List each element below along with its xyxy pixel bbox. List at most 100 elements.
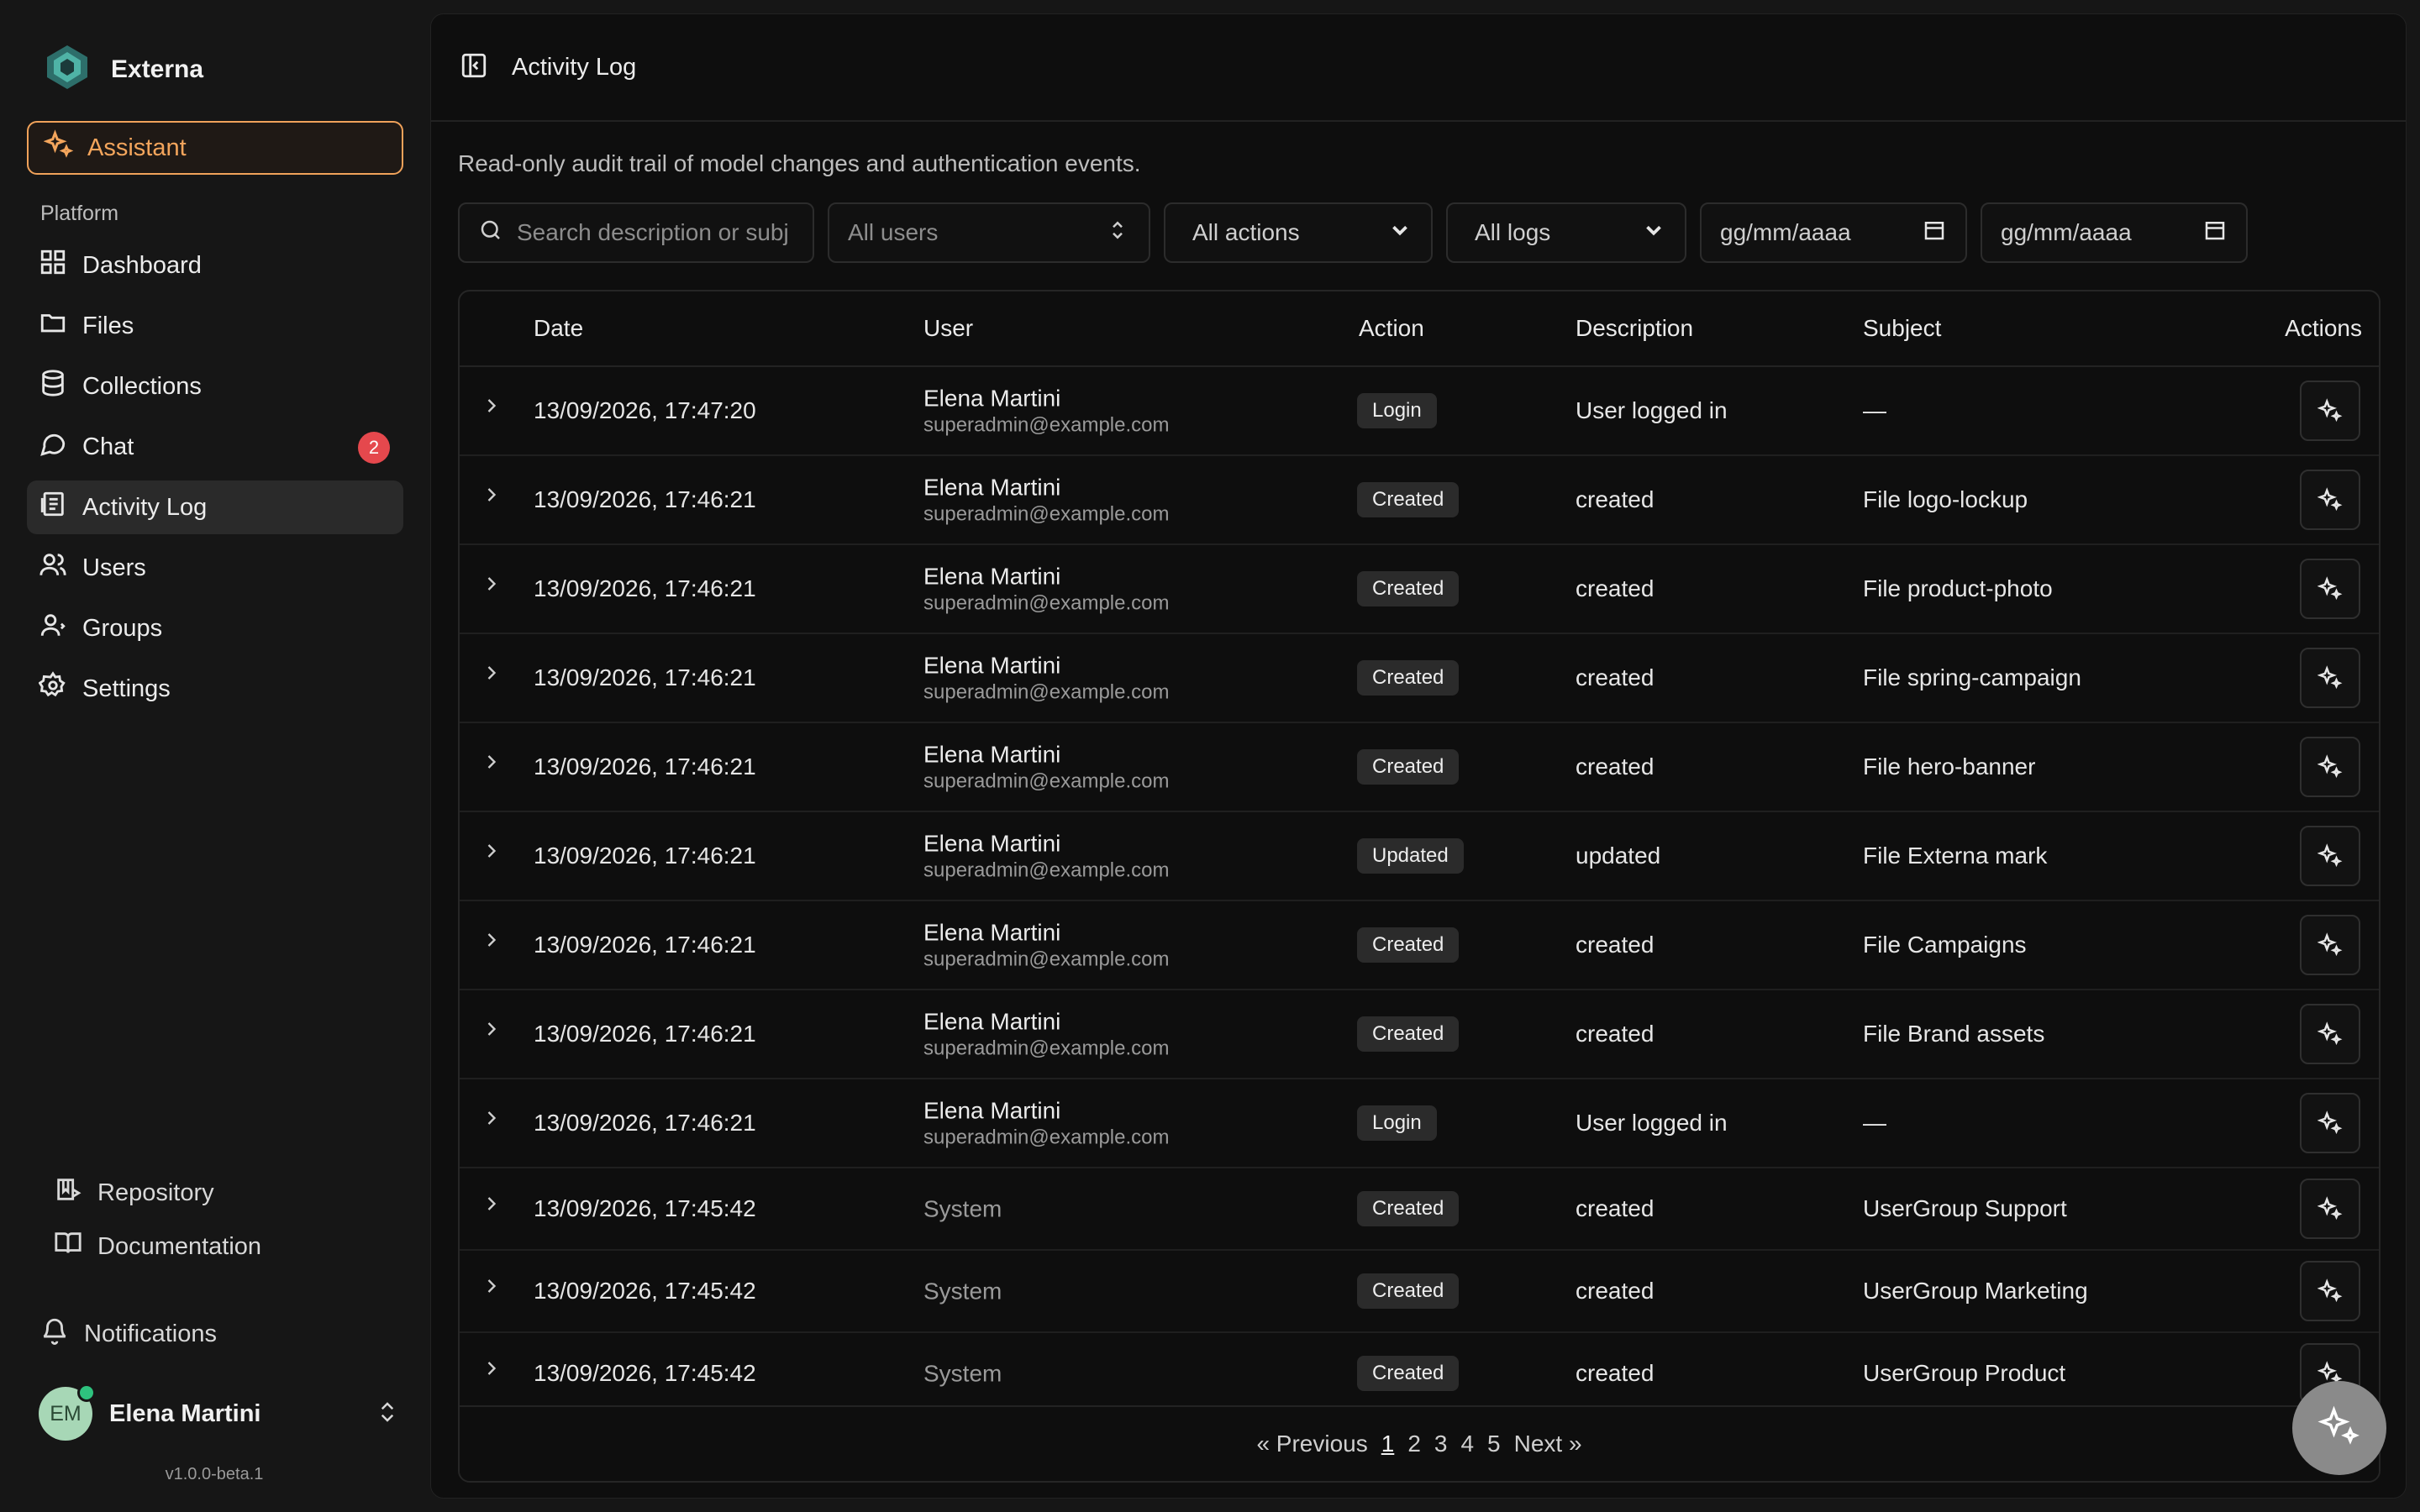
table-row[interactable]: 13/09/2026, 17:45:42 System Created created… <box>460 1168 2379 1251</box>
sidebar-item-label: Chat <box>82 433 134 460</box>
table-body: 13/09/2026, 17:47:20 Elena Martini superad… <box>460 367 2379 1415</box>
pagination-page-1[interactable]: 1 <box>1381 1431 1395 1457</box>
row-subject: File product-photo <box>1863 575 2053 601</box>
row-user-name: Elena Martini <box>923 385 1061 412</box>
chevron-right-icon[interactable] <box>480 661 503 685</box>
chevron-right-icon[interactable] <box>480 1106 503 1130</box>
table-row[interactable]: 13/09/2026, 17:45:42 System Created created… <box>460 1333 2379 1415</box>
row-ai-action-button[interactable] <box>2300 915 2360 975</box>
column-header-subject[interactable]: Subject <box>1863 315 1941 342</box>
date-to-input[interactable]: gg/mm/aaaa <box>1981 202 2248 263</box>
table-row[interactable]: 13/09/2026, 17:45:42 System Created created… <box>460 1251 2379 1333</box>
notifications-link[interactable]: Notifications <box>40 1307 410 1361</box>
table-row[interactable]: 13/09/2026, 17:46:21 Elena Martini superad… <box>460 634 2379 723</box>
column-header-action[interactable]: Action <box>1359 315 1424 342</box>
repository-link[interactable]: Repository <box>40 1166 410 1220</box>
folder-icon <box>39 308 67 344</box>
brand-logo-icon <box>40 40 94 98</box>
sidebar-item-settings[interactable]: Settings <box>27 662 403 716</box>
row-ai-action-button[interactable] <box>2300 648 2360 708</box>
brand[interactable]: Externa <box>40 40 203 98</box>
table-row[interactable]: 13/09/2026, 17:46:21 Elena Martini superad… <box>460 990 2379 1079</box>
search-input[interactable]: Search description or subj <box>458 202 814 263</box>
pagination-previous[interactable]: « Previous <box>1256 1431 1367 1457</box>
chevron-right-icon[interactable] <box>480 1274 503 1298</box>
table-row[interactable]: 13/09/2026, 17:46:21 Elena Martini superad… <box>460 456 2379 545</box>
sparkle-icon <box>2317 487 2343 512</box>
brand-name: Externa <box>111 55 204 83</box>
chat-icon <box>39 429 67 465</box>
action-badge: Created <box>1357 1191 1460 1226</box>
pagination-page-3[interactable]: 3 <box>1434 1431 1448 1457</box>
chevron-right-icon[interactable] <box>480 394 503 417</box>
sparkle-icon <box>2317 843 2343 868</box>
column-header-date[interactable]: Date <box>534 315 583 342</box>
documentation-link[interactable]: Documentation <box>40 1220 410 1273</box>
row-ai-action-button[interactable] <box>2300 1179 2360 1239</box>
sidebar-item-groups[interactable]: Groups <box>27 601 403 655</box>
column-header-description[interactable]: Description <box>1576 315 1693 342</box>
row-user: Elena Martini superadmin@example.com <box>923 1007 1170 1062</box>
sidebar-item-chat[interactable]: Chat 2 <box>27 420 403 474</box>
assistant-fab-button[interactable] <box>2292 1381 2386 1475</box>
search-icon <box>478 218 503 249</box>
table-row[interactable]: 13/09/2026, 17:46:21 Elena Martini superad… <box>460 901 2379 990</box>
calendar-icon[interactable] <box>2202 218 2228 249</box>
gear-icon <box>38 671 67 706</box>
pagination-next[interactable]: Next » <box>1514 1431 1582 1457</box>
row-ai-action-button[interactable] <box>2300 1261 2360 1321</box>
table-row[interactable]: 13/09/2026, 17:46:21 Elena Martini superad… <box>460 723 2379 812</box>
assistant-button[interactable]: Assistant <box>27 121 403 175</box>
row-description: created <box>1576 486 1655 512</box>
logs-filter-select[interactable]: All logs <box>1446 202 1686 263</box>
row-subject: — <box>1863 397 1886 423</box>
logs-filter-value: All logs <box>1475 219 1551 245</box>
sidebar-item-activity-log[interactable]: Activity Log <box>27 480 403 534</box>
date-from-input[interactable]: gg/mm/aaaa <box>1700 202 1967 263</box>
sidebar-item-users[interactable]: Users <box>27 541 403 595</box>
chevron-right-icon[interactable] <box>480 928 503 952</box>
chevron-right-icon[interactable] <box>480 1357 503 1380</box>
column-header-user[interactable]: User <box>923 315 973 342</box>
chevron-right-icon[interactable] <box>480 1192 503 1215</box>
users-filter-select[interactable]: All users <box>828 202 1150 263</box>
sidebar-item-collections[interactable]: Collections <box>27 360 403 413</box>
pagination-page-2[interactable]: 2 <box>1407 1431 1421 1457</box>
calendar-icon[interactable] <box>1922 218 1947 249</box>
sidebar-toggle-icon[interactable] <box>460 51 488 84</box>
action-badge: Updated <box>1357 838 1464 874</box>
table-row[interactable]: 13/09/2026, 17:46:21 Elena Martini superad… <box>460 1079 2379 1168</box>
actions-filter-select[interactable]: All actions <box>1164 202 1433 263</box>
chevron-right-icon[interactable] <box>480 1017 503 1041</box>
row-user-email: superadmin@example.com <box>923 1037 1170 1060</box>
row-subject: File logo-lockup <box>1863 486 2028 512</box>
row-user-email: superadmin@example.com <box>923 948 1170 971</box>
row-ai-action-button[interactable] <box>2300 1093 2360 1153</box>
documentation-label: Documentation <box>97 1232 262 1260</box>
row-subject: File Brand assets <box>1863 1021 2045 1047</box>
chevron-right-icon[interactable] <box>480 483 503 507</box>
table-row[interactable]: 13/09/2026, 17:46:21 Elena Martini superad… <box>460 812 2379 901</box>
sidebar-item-dashboard[interactable]: Dashboard <box>27 239 403 292</box>
user-menu[interactable]: EM Elena Martini <box>39 1383 400 1443</box>
row-ai-action-button[interactable] <box>2300 1004 2360 1064</box>
chevron-right-icon[interactable] <box>480 572 503 596</box>
sidebar-item-files[interactable]: Files <box>27 299 403 353</box>
row-ai-action-button[interactable] <box>2300 381 2360 441</box>
row-ai-action-button[interactable] <box>2300 470 2360 530</box>
row-user-email: superadmin@example.com <box>923 502 1170 526</box>
row-description: created <box>1576 1195 1655 1221</box>
table-row[interactable]: 13/09/2026, 17:47:20 Elena Martini superad… <box>460 367 2379 456</box>
row-ai-action-button[interactable] <box>2300 559 2360 619</box>
action-badge: Created <box>1357 1356 1460 1391</box>
pagination-page-4[interactable]: 4 <box>1460 1431 1474 1457</box>
table-row[interactable]: 13/09/2026, 17:46:21 Elena Martini superad… <box>460 545 2379 634</box>
sparkle-icon <box>2317 754 2343 779</box>
chevron-right-icon[interactable] <box>480 750 503 774</box>
sparkle-icon <box>2317 1196 2343 1221</box>
sparkle-icon <box>2317 1278 2343 1303</box>
row-ai-action-button[interactable] <box>2300 737 2360 797</box>
pagination-page-5[interactable]: 5 <box>1487 1431 1501 1457</box>
row-ai-action-button[interactable] <box>2300 826 2360 886</box>
chevron-right-icon[interactable] <box>480 839 503 863</box>
